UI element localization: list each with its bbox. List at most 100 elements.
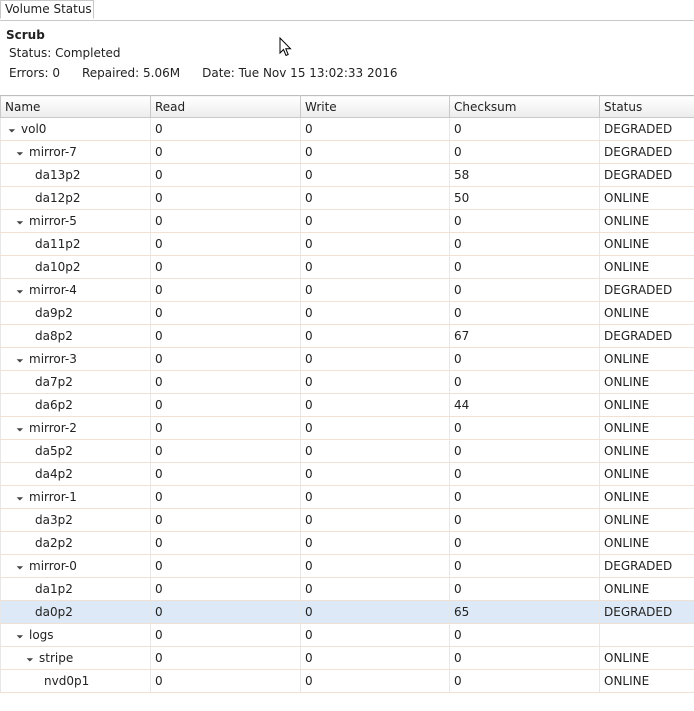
cell-write: 0 (300, 255, 450, 279)
table-row[interactable]: da8p2 0 0 67 DEGRADED (0, 324, 694, 348)
cell-name: da6p2 (0, 393, 151, 417)
cell-name: da4p2 (0, 462, 151, 486)
table-row[interactable]: ◢ mirror-7 0 0 0 DEGRADED (0, 140, 694, 164)
expander-triangle-down-icon[interactable]: ◢ (26, 654, 37, 665)
scrub-details: Errors: 0 Repaired: 5.06M Date: Tue Nov 15… (9, 66, 420, 80)
cell-read: 0 (150, 324, 301, 348)
cell-status: DEGRADED (599, 278, 694, 302)
row-name-label: da4p2 (35, 467, 73, 481)
expander-triangle-down-icon[interactable]: ◢ (16, 217, 27, 228)
row-name-label: mirror-4 (29, 283, 77, 297)
cell-write: 0 (300, 669, 450, 693)
cell-write: 0 (300, 117, 450, 141)
cell-name: ◢ mirror-1 (0, 485, 151, 509)
table-row[interactable]: ◢ mirror-1 0 0 0 ONLINE (0, 485, 694, 509)
table-row[interactable]: da12p2 0 0 50 ONLINE (0, 186, 694, 210)
cell-name: da7p2 (0, 370, 151, 394)
table-row[interactable]: da5p2 0 0 0 ONLINE (0, 439, 694, 463)
cell-status: ONLINE (599, 416, 694, 440)
expander-triangle-down-icon[interactable]: ◢ (16, 148, 27, 159)
table-row[interactable]: da6p2 0 0 44 ONLINE (0, 393, 694, 417)
table-row[interactable]: da13p2 0 0 58 DEGRADED (0, 163, 694, 187)
expander-triangle-down-icon[interactable]: ◢ (16, 286, 27, 297)
cell-write: 0 (300, 393, 450, 417)
table-row[interactable]: ◢ stripe 0 0 0 ONLINE (0, 646, 694, 670)
cell-write: 0 (300, 186, 450, 210)
cell-write: 0 (300, 577, 450, 601)
cell-checksum: 0 (449, 347, 600, 371)
table-row[interactable]: da0p2 0 0 65 DEGRADED (0, 600, 694, 624)
row-name-label: mirror-5 (29, 214, 77, 228)
cell-status: ONLINE (599, 669, 694, 693)
table-row[interactable]: ◢ mirror-3 0 0 0 ONLINE (0, 347, 694, 371)
cell-status: ONLINE (599, 347, 694, 371)
tab-volume-status[interactable]: Volume Status (0, 0, 94, 19)
expander-triangle-down-icon[interactable]: ◢ (16, 562, 27, 573)
row-name-label: da1p2 (35, 582, 73, 596)
scrub-date: Date: Tue Nov 15 13:02:33 2016 (202, 66, 398, 80)
cell-read: 0 (150, 209, 301, 233)
column-header-read[interactable]: Read (150, 95, 301, 118)
row-name-label: da5p2 (35, 444, 73, 458)
cell-name: da12p2 (0, 186, 151, 210)
cell-read: 0 (150, 485, 301, 509)
table-row[interactable]: ◢ mirror-2 0 0 0 ONLINE (0, 416, 694, 440)
table-row[interactable]: da3p2 0 0 0 ONLINE (0, 508, 694, 532)
table-row[interactable]: da10p2 0 0 0 ONLINE (0, 255, 694, 279)
cell-name: ◢ stripe (0, 646, 151, 670)
table-row[interactable]: nvd0p1 0 0 0 ONLINE (0, 669, 694, 693)
table-row[interactable]: ◢ mirror-4 0 0 0 DEGRADED (0, 278, 694, 302)
scrub-title: Scrub (6, 28, 45, 42)
cell-name: da3p2 (0, 508, 151, 532)
cell-checksum: 0 (449, 462, 600, 486)
table-row[interactable]: da7p2 0 0 0 ONLINE (0, 370, 694, 394)
cell-read: 0 (150, 669, 301, 693)
row-name-label: stripe (39, 651, 74, 665)
cell-checksum: 0 (449, 370, 600, 394)
tab-bar: Volume Status (0, 0, 694, 21)
row-name-label: da7p2 (35, 375, 73, 389)
expander-triangle-down-icon[interactable]: ◢ (16, 355, 27, 366)
cell-status: DEGRADED (599, 324, 694, 348)
cell-name: nvd0p1 (0, 669, 151, 693)
row-name-label: da8p2 (35, 329, 73, 343)
row-name-label: da10p2 (35, 260, 81, 274)
cell-write: 0 (300, 324, 450, 348)
table-row[interactable]: da2p2 0 0 0 ONLINE (0, 531, 694, 555)
cell-checksum: 0 (449, 255, 600, 279)
cell-checksum: 0 (449, 301, 600, 325)
table-row[interactable]: da11p2 0 0 0 ONLINE (0, 232, 694, 256)
cell-checksum: 0 (449, 531, 600, 555)
cell-status: ONLINE (599, 508, 694, 532)
cell-name: ◢ mirror-0 (0, 554, 151, 578)
table-row[interactable]: da1p2 0 0 0 ONLINE (0, 577, 694, 601)
column-header-name[interactable]: Name (0, 95, 151, 118)
cell-name: da11p2 (0, 232, 151, 256)
cell-read: 0 (150, 232, 301, 256)
row-name-label: da9p2 (35, 306, 73, 320)
table-row[interactable]: ◢ mirror-0 0 0 0 DEGRADED (0, 554, 694, 578)
column-header-write[interactable]: Write (300, 95, 450, 118)
table-row[interactable]: da9p2 0 0 0 ONLINE (0, 301, 694, 325)
row-name-label: da2p2 (35, 536, 73, 550)
column-header-checksum[interactable]: Checksum (449, 95, 600, 118)
column-header-status[interactable]: Status (599, 95, 694, 118)
cell-name: ◢ vol0 (0, 117, 151, 141)
table-row[interactable]: ◢ mirror-5 0 0 0 ONLINE (0, 209, 694, 233)
cell-write: 0 (300, 301, 450, 325)
cell-checksum: 0 (449, 577, 600, 601)
cell-write: 0 (300, 232, 450, 256)
table-row[interactable]: ◢ logs 0 0 0 (0, 623, 694, 647)
expander-triangle-down-icon[interactable]: ◢ (16, 493, 27, 504)
cell-read: 0 (150, 600, 301, 624)
cell-read: 0 (150, 163, 301, 187)
expander-triangle-down-icon[interactable]: ◢ (8, 125, 19, 136)
row-name-label: da6p2 (35, 398, 73, 412)
table-row[interactable]: da4p2 0 0 0 ONLINE (0, 462, 694, 486)
expander-triangle-down-icon[interactable]: ◢ (16, 424, 27, 435)
cell-checksum: 67 (449, 324, 600, 348)
cell-write: 0 (300, 646, 450, 670)
table-row[interactable]: ◢ vol0 0 0 0 DEGRADED (0, 117, 694, 141)
cell-name: ◢ mirror-4 (0, 278, 151, 302)
expander-triangle-down-icon[interactable]: ◢ (16, 631, 27, 642)
